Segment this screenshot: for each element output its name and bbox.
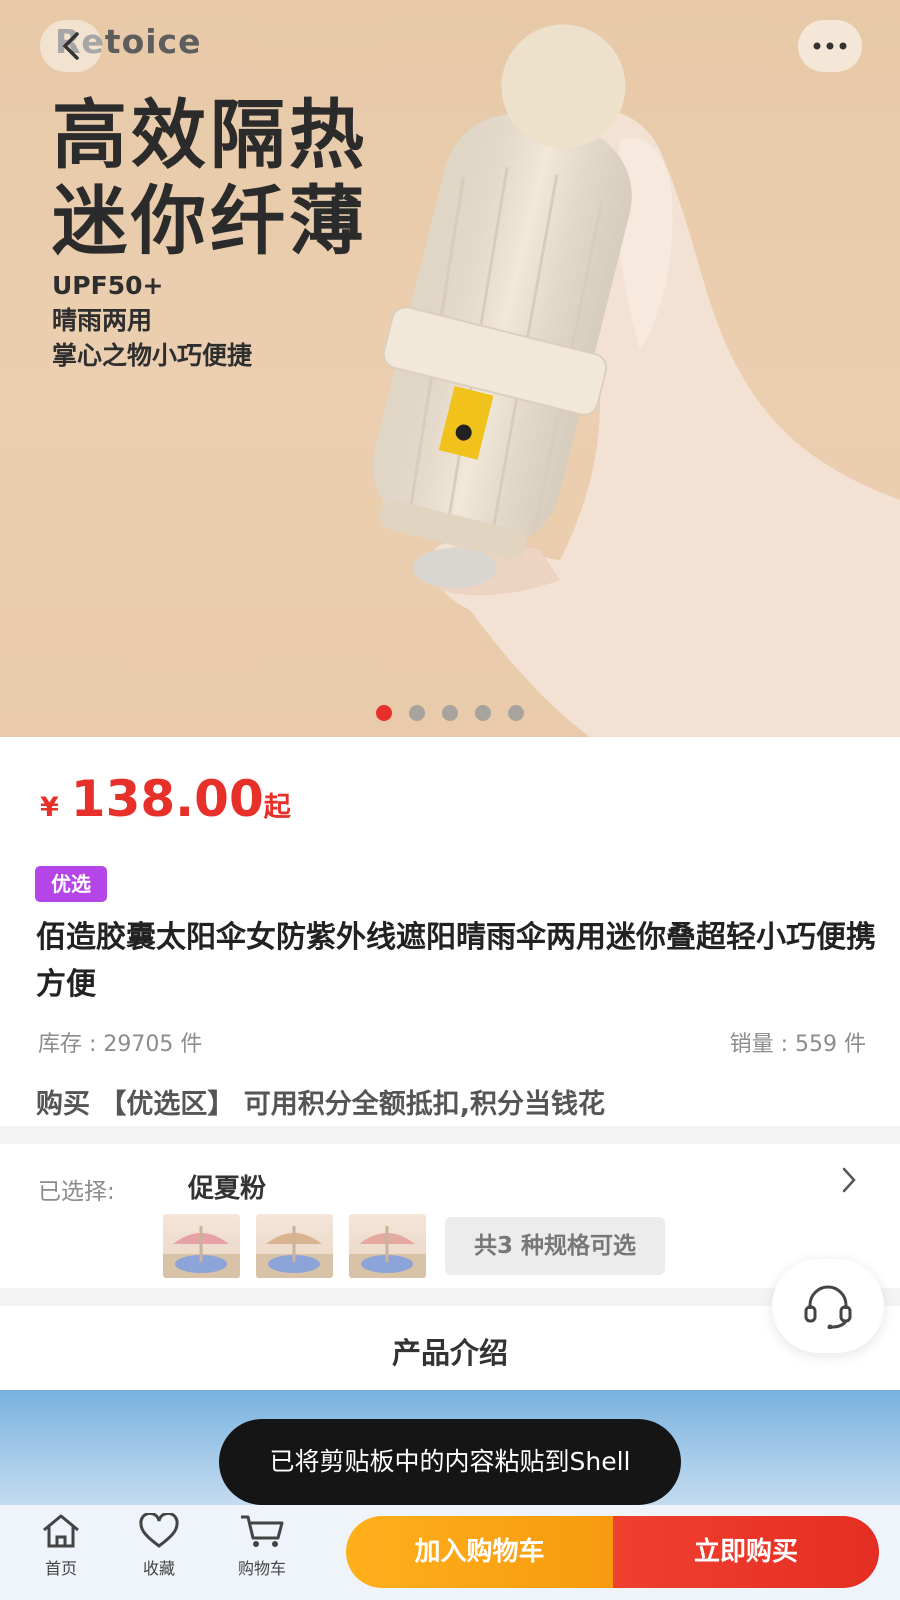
headset-icon [804,1285,852,1329]
more-dots-icon [813,42,847,50]
price-currency: ¥ [40,792,59,823]
spec-label: 已选择: [38,1179,115,1205]
umbrella-thumbnail-icon [163,1226,240,1278]
price-suffix: 起 [263,792,291,823]
stock-count: 库存 : 29705 件 [38,1032,203,1057]
more-options-button[interactable] [798,20,862,72]
clipboard-toast: 已将剪贴板中的内容粘贴到Shell [219,1419,681,1505]
carousel-dot-4[interactable] [475,705,491,721]
divider [0,1288,900,1306]
product-title: 佰造胶囊太阳伞女防紫外线遮阳晴雨伞两用迷你叠超轻小巧便携方便 [36,920,876,1002]
points-promo: 购买 【优选区】 可用积分全额抵扣,积分当钱花 [36,1089,606,1120]
nav-home-label: 首页 [44,1559,77,1578]
carousel-dot-2[interactable] [409,705,425,721]
spec-count-chip[interactable]: 共3 种规格可选 [445,1217,665,1275]
headline-line-1: 高效隔热 [52,91,369,179]
subline-1: UPF50+ [52,271,164,300]
back-button[interactable] [40,20,102,72]
spec-thumbnails [163,1214,426,1278]
spec-thumbnail[interactable] [349,1214,426,1278]
headline-line-2: 迷你纤薄 [52,177,369,265]
heart-icon [139,1511,179,1548]
carousel-dot-1[interactable] [376,705,392,721]
spec-selected-value: 促夏粉 [188,1174,267,1204]
subline-2: 晴雨两用 [52,306,153,335]
spec-thumbnail[interactable] [163,1214,240,1278]
chevron-right-icon[interactable] [840,1166,858,1194]
hero-headline: 高效隔热 迷你纤薄 [52,92,368,264]
spec-thumbnail[interactable] [256,1214,333,1278]
chevron-left-icon [62,32,79,60]
sales-count: 销量 : 559 件 [729,1032,866,1057]
hero-subline: UPF50+ 晴雨两用 掌心之物小巧便捷 [52,268,252,373]
carousel-dot-3[interactable] [442,705,458,721]
carousel-dot-5[interactable] [508,705,524,721]
nav-favorite[interactable]: 收藏 [119,1511,199,1579]
price: ¥ 138.00 起 [40,770,291,828]
preferred-badge: 优选 [35,866,107,902]
shopping-cart-icon [241,1515,284,1547]
nav-home[interactable]: 首页 [21,1513,101,1579]
price-value: 138.00 [70,770,264,828]
nav-cart-label: 购物车 [237,1559,286,1578]
carousel-indicator [376,705,524,721]
nav-favorite-label: 收藏 [142,1559,175,1578]
home-icon [43,1514,79,1548]
subline-3: 掌心之物小巧便捷 [52,341,253,370]
umbrella-thumbnail-icon [256,1226,333,1278]
section-title-product-intro: 产品介绍 [391,1336,508,1370]
divider [0,1126,900,1144]
product-image-carousel[interactable]: Retoice 高效隔热 迷你纤薄 UPF50+ 晴雨两用 掌心之物小巧便捷 [0,0,900,737]
umbrella-thumbnail-icon [349,1226,426,1278]
bottom-action-bar: 首页 收藏 购物车 加入购物车 立即购买 [0,1505,900,1600]
buy-now-button[interactable]: 立即购买 [613,1516,879,1588]
add-to-cart-button[interactable]: 加入购物车 [346,1516,613,1588]
nav-cart[interactable]: 购物车 [222,1513,302,1579]
